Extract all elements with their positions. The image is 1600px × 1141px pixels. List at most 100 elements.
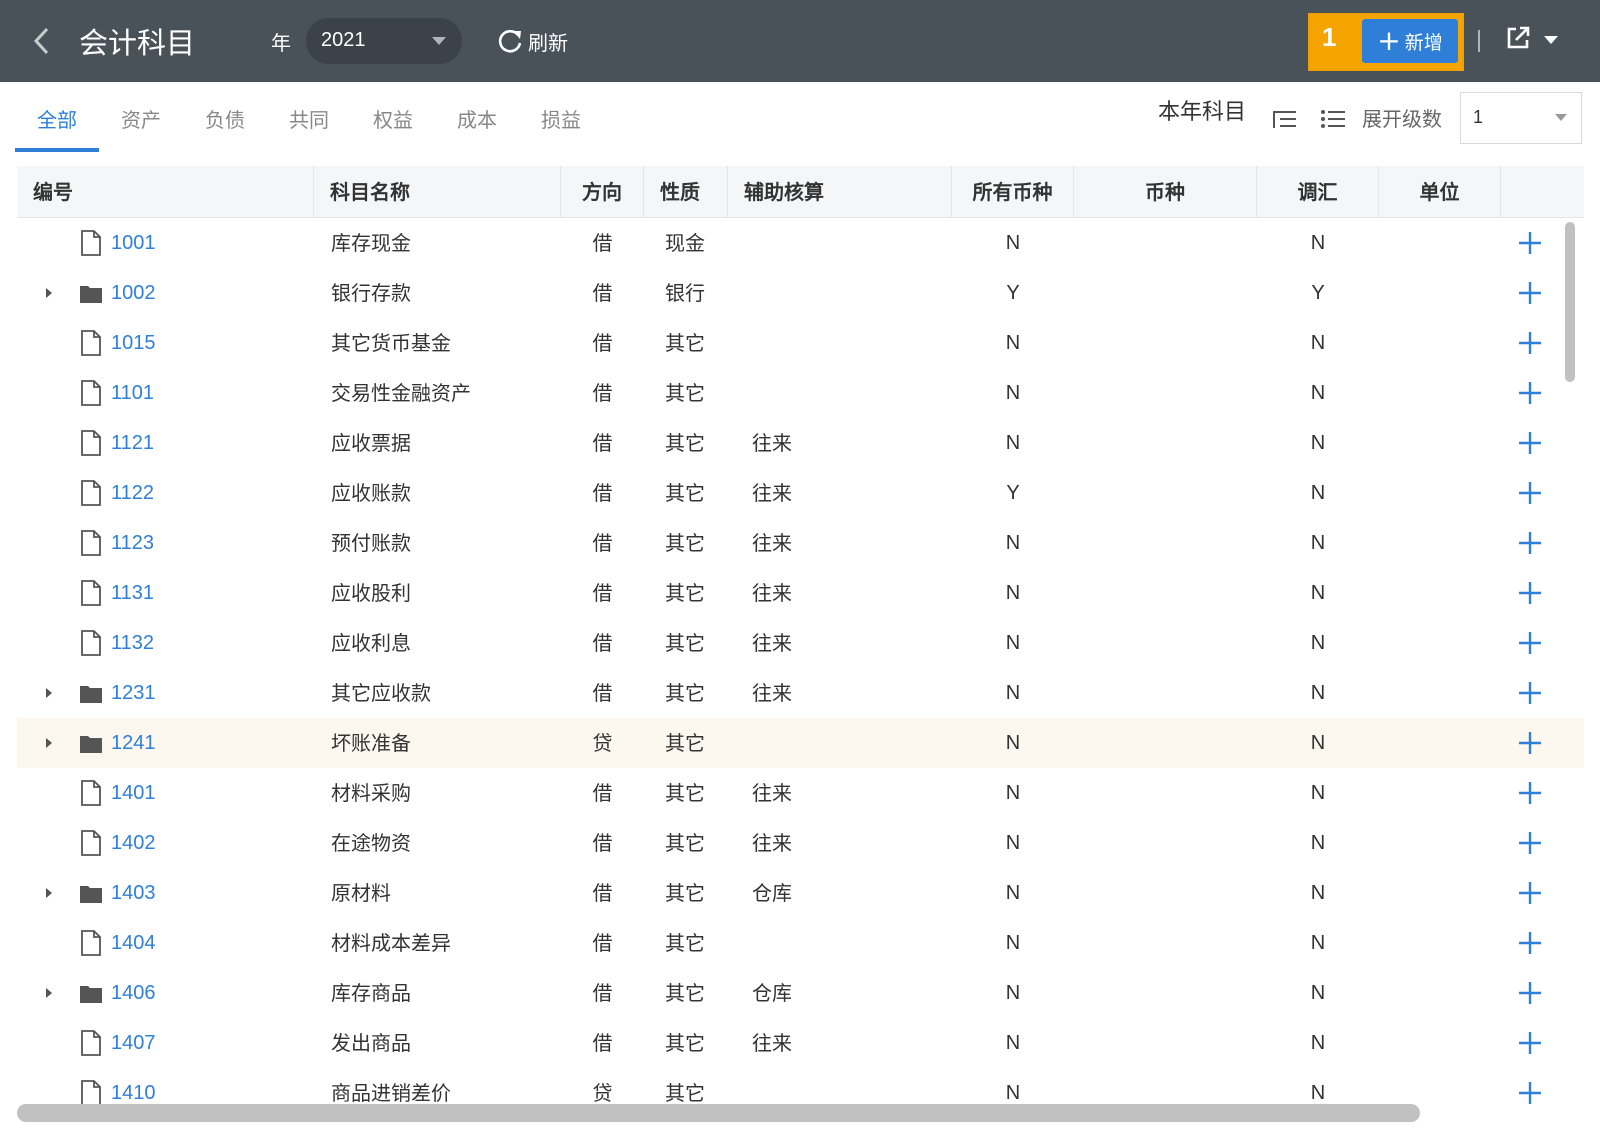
back-button[interactable] [28, 24, 58, 58]
row-add-plus-icon[interactable] [1517, 1030, 1543, 1056]
caret-right-icon[interactable] [46, 988, 52, 998]
col-name[interactable]: 科目名称 [314, 166, 561, 218]
code-cell: 1002 [17, 268, 307, 318]
col-aux[interactable]: 辅助核算 [728, 166, 952, 218]
year-select[interactable]: 2021 [306, 18, 462, 64]
table-row[interactable]: 1121 应收票据 借 其它 往来 N N [17, 418, 1584, 468]
vertical-scrollbar[interactable] [1565, 222, 1575, 382]
col-all-currencies[interactable]: 所有币种 [952, 166, 1074, 218]
row-add-plus-icon[interactable] [1517, 280, 1543, 306]
tab-profit-loss[interactable]: 损益 [519, 96, 603, 152]
table-row[interactable]: 1403 原材料 借 其它 仓库 N N [17, 868, 1584, 918]
row-add-plus-icon[interactable] [1517, 580, 1543, 606]
account-code-link[interactable]: 1001 [111, 218, 156, 268]
code-cell: 1403 [17, 868, 307, 918]
account-code-link[interactable]: 1231 [111, 668, 156, 718]
table-row[interactable]: 1122 应收账款 借 其它 往来 Y N [17, 468, 1584, 518]
account-code-link[interactable]: 1132 [111, 618, 154, 668]
col-adjust[interactable]: 调汇 [1257, 166, 1379, 218]
aux-cell: 仓库 [752, 981, 792, 1005]
add-button[interactable]: + 新增 [1362, 19, 1458, 63]
nature-cell: 其它 [665, 1031, 705, 1055]
row-add-plus-icon[interactable] [1517, 480, 1543, 506]
table-row[interactable]: 1101 交易性金融资产 借 其它 N N [17, 368, 1584, 418]
tab-equity[interactable]: 权益 [351, 96, 435, 152]
table-row[interactable]: 1002 银行存款 借 银行 Y Y [17, 268, 1584, 318]
account-code-link[interactable]: 1404 [111, 918, 156, 968]
expand-levels-select[interactable]: 1 [1460, 92, 1582, 144]
col-direction[interactable]: 方向 [561, 166, 644, 218]
table-row[interactable]: 1407 发出商品 借 其它 往来 N N [17, 1018, 1584, 1068]
direction-cell: 借 [592, 881, 613, 905]
horizontal-scrollbar[interactable] [17, 1104, 1420, 1122]
row-add-plus-icon[interactable] [1517, 430, 1543, 456]
account-code-link[interactable]: 1406 [111, 968, 156, 1018]
tab-liabilities[interactable]: 负债 [183, 96, 267, 152]
export-icon [1507, 26, 1530, 49]
row-add-plus-icon[interactable] [1517, 780, 1543, 806]
table-row[interactable]: 1001 库存现金 借 现金 N N [17, 218, 1584, 268]
account-code-link[interactable]: 1131 [111, 568, 154, 618]
table-row[interactable]: 1241 坏账准备 贷 其它 N N [17, 718, 1584, 768]
file-icon [81, 630, 101, 656]
row-add-plus-icon[interactable] [1517, 330, 1543, 356]
caret-right-icon[interactable] [46, 288, 52, 298]
table-row[interactable]: 1231 其它应收款 借 其它 往来 N N [17, 668, 1584, 718]
table-row[interactable]: 1401 材料采购 借 其它 往来 N N [17, 768, 1584, 818]
col-code[interactable]: 编号 [17, 166, 314, 218]
account-code-link[interactable]: 1015 [111, 318, 156, 368]
table-row[interactable]: 1131 应收股利 借 其它 往来 N N [17, 568, 1584, 618]
all-currencies-cell: N [1005, 982, 1021, 1004]
direction-cell: 借 [592, 281, 613, 305]
tab-all[interactable]: 全部 [15, 96, 99, 152]
table-row[interactable]: 1123 预付账款 借 其它 往来 N N [17, 518, 1584, 568]
table-row[interactable]: 1404 材料成本差异 借 其它 N N [17, 918, 1584, 968]
adjust-cell: N [1310, 332, 1326, 354]
tab-assets[interactable]: 资产 [99, 96, 183, 152]
row-add-plus-icon[interactable] [1517, 730, 1543, 756]
row-add-plus-icon[interactable] [1517, 830, 1543, 856]
table-row[interactable]: 1402 在途物资 借 其它 往来 N N [17, 818, 1584, 868]
account-code-link[interactable]: 1407 [111, 1018, 156, 1068]
col-nature[interactable]: 性质 [644, 166, 728, 218]
table-row[interactable]: 1406 库存商品 借 其它 仓库 N N [17, 968, 1584, 1018]
export-button[interactable] [1504, 24, 1564, 58]
row-add-plus-icon[interactable] [1517, 680, 1543, 706]
row-add-plus-icon[interactable] [1517, 1080, 1543, 1106]
caret-right-icon[interactable] [46, 688, 52, 698]
all-currencies-cell: N [1005, 432, 1021, 454]
table-row[interactable]: 1132 应收利息 借 其它 往来 N N [17, 618, 1584, 668]
caret-right-icon[interactable] [46, 888, 52, 898]
tab-common[interactable]: 共同 [267, 96, 351, 152]
row-add-plus-icon[interactable] [1517, 980, 1543, 1006]
account-code-link[interactable]: 1123 [111, 518, 154, 568]
row-add-plus-icon[interactable] [1517, 230, 1543, 256]
tab-cost[interactable]: 成本 [435, 96, 519, 152]
nature-cell: 其它 [665, 881, 705, 905]
account-code-link[interactable]: 1402 [111, 818, 156, 868]
row-add-plus-icon[interactable] [1517, 380, 1543, 406]
adjust-cell: N [1310, 782, 1326, 804]
account-code-link[interactable]: 1002 [111, 268, 156, 318]
tree-view-button[interactable] [1270, 104, 1300, 134]
account-code-link[interactable]: 1403 [111, 868, 156, 918]
account-code-link[interactable]: 1401 [111, 768, 156, 818]
list-view-button[interactable] [1318, 104, 1348, 134]
refresh-button[interactable]: 刷新 [496, 24, 568, 58]
col-unit[interactable]: 单位 [1379, 166, 1501, 218]
account-code-link[interactable]: 1121 [111, 418, 154, 468]
row-add-plus-icon[interactable] [1517, 930, 1543, 956]
account-code-link[interactable]: 1122 [111, 468, 154, 518]
direction-cell: 借 [592, 531, 613, 555]
row-add-plus-icon[interactable] [1517, 880, 1543, 906]
row-add-plus-icon[interactable] [1517, 530, 1543, 556]
table-row[interactable]: 1015 其它货币基金 借 其它 N N [17, 318, 1584, 368]
direction-cell: 借 [592, 831, 613, 855]
year-subjects-label[interactable]: 本年科目 [1158, 94, 1246, 126]
category-tabs: 全部 资产 负债 共同 权益 成本 损益 [15, 96, 603, 152]
row-add-plus-icon[interactable] [1517, 630, 1543, 656]
account-code-link[interactable]: 1101 [111, 368, 154, 418]
caret-right-icon[interactable] [46, 738, 52, 748]
account-code-link[interactable]: 1241 [111, 718, 156, 768]
col-currency[interactable]: 币种 [1074, 166, 1257, 218]
